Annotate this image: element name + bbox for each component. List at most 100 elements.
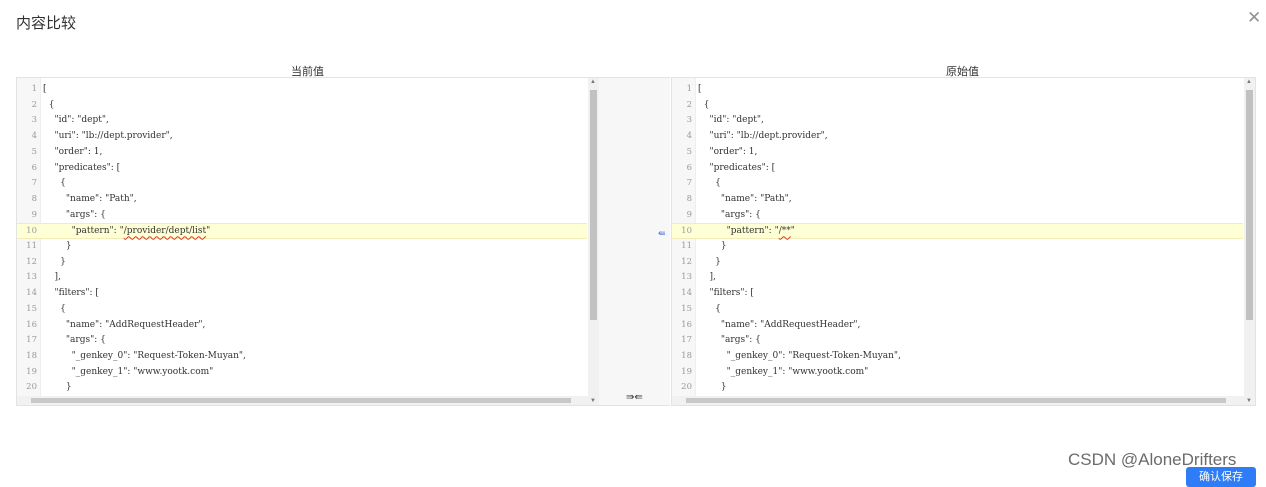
code-line: 15 { (17, 302, 587, 318)
confirm-save-button[interactable]: 确认保存 (1186, 467, 1256, 487)
code-line: 4 "uri": "lb://dept.provider", (672, 129, 1243, 145)
line-number: 5 (31, 146, 37, 157)
code-line: 9 "args": { (672, 208, 1243, 224)
line-number: 19 (681, 366, 692, 377)
code-text: "filters": [ (43, 288, 99, 299)
scrollbar-thumb[interactable] (686, 398, 1226, 403)
line-number: 20 (681, 382, 692, 393)
code-line: 17 "args": { (17, 333, 587, 349)
code-line: 20 } (672, 380, 1243, 396)
line-number: 13 (681, 272, 692, 283)
line-number: 1 (31, 84, 37, 94)
code-text: { (698, 99, 710, 110)
line-number: 16 (26, 319, 37, 330)
code-text: "name": "AddRequestHeader", (43, 319, 206, 330)
left-editor[interactable]: 1[2 {3 "id": "dept", 4 "uri": "lb://dept.… (16, 77, 600, 406)
code-line: 20 } (17, 380, 587, 396)
line-number: 9 (31, 209, 37, 220)
scrollbar-thumb[interactable] (31, 398, 571, 403)
scroll-down-icon[interactable]: ▼ (1246, 398, 1252, 404)
scrollbar-thumb[interactable] (1246, 90, 1253, 320)
code-line: 18 "_genkey_0": "Request-Token-Muyan", (17, 349, 587, 365)
code-line: 12 } (672, 255, 1243, 271)
code-text: "name": "Path", (698, 193, 792, 204)
scrollbar-thumb[interactable] (590, 90, 597, 320)
code-line: 13 ], (17, 270, 587, 286)
line-number: 12 (681, 256, 692, 267)
horizontal-scrollbar[interactable] (672, 396, 1244, 405)
merge-arrow-icon[interactable]: ⇚ (658, 228, 666, 239)
line-number: 20 (26, 382, 37, 393)
code-text: "args": { (698, 335, 761, 346)
line-number: 14 (26, 288, 37, 299)
line-number: 13 (26, 272, 37, 283)
scroll-up-icon[interactable]: ▲ (590, 79, 596, 85)
code-text: } (698, 382, 727, 393)
code-line: 7 { (672, 176, 1243, 192)
line-number: 9 (686, 209, 692, 220)
code-text: "name": "Path", (43, 193, 137, 204)
line-number: 2 (31, 99, 37, 110)
merge-gutter: ⇚ ⇛⇚ (599, 77, 670, 406)
code-text: "_genkey_1": "www.yootk.com" (43, 366, 214, 377)
code-text: "_genkey_0": "Request-Token-Muyan", (698, 350, 901, 361)
code-text: ], (698, 272, 716, 283)
code-line: 14 "filters": [ (672, 286, 1243, 302)
code-text: [ (43, 84, 47, 94)
code-text: ], (43, 272, 61, 283)
code-text: { (43, 99, 55, 110)
code-line: 3 "id": "dept", (17, 113, 587, 129)
code-line: 7 { (17, 176, 587, 192)
code-text: "pattern": "/**" (698, 226, 795, 237)
close-icon[interactable]: ✕ (1247, 9, 1261, 26)
code-line: 5 "order": 1, (17, 145, 587, 161)
line-number: 17 (681, 335, 692, 346)
code-text: "_genkey_1": "www.yootk.com" (698, 366, 869, 377)
code-line: 2 { (672, 98, 1243, 114)
vertical-scrollbar[interactable]: ▲ ▼ (1244, 78, 1255, 405)
code-line: 18 "_genkey_0": "Request-Token-Muyan", (672, 349, 1243, 365)
line-number: 7 (31, 178, 37, 189)
line-number: 1 (686, 84, 692, 94)
code-text: "args": { (698, 209, 761, 220)
code-line: 1[ (17, 82, 587, 98)
line-number: 8 (31, 193, 37, 204)
code-text: { (43, 303, 66, 314)
code-text: } (43, 256, 66, 267)
right-editor[interactable]: 1[2 {3 "id": "dept", 4 "uri": "lb://dept.… (671, 77, 1256, 406)
code-line: 5 "order": 1, (672, 145, 1243, 161)
code-line: 13 ], (672, 270, 1243, 286)
code-line: 12 } (17, 255, 587, 271)
code-text: "predicates": [ (698, 162, 776, 173)
code-line: 8 "name": "Path", (17, 192, 587, 208)
code-line: 8 "name": "Path", (672, 192, 1243, 208)
code-text: "uri": "lb://dept.provider", (698, 131, 828, 142)
line-number: 19 (26, 366, 37, 377)
code-text: "id": "dept", (698, 115, 764, 126)
line-number: 18 (26, 350, 37, 361)
changed-code-line: 10 "pattern": "/provider/dept/list" (17, 223, 587, 239)
merge-all-icon[interactable]: ⇛⇚ (626, 392, 643, 403)
code-text: [ (698, 84, 702, 94)
line-number: 11 (26, 241, 37, 251)
code-text: "args": { (43, 335, 106, 346)
code-text: } (698, 256, 721, 267)
code-line: 19 "_genkey_1": "www.yootk.com" (17, 365, 587, 381)
code-line: 11 } (17, 239, 587, 255)
code-text: { (698, 178, 721, 189)
code-text: } (698, 241, 727, 251)
line-number: 10 (681, 226, 692, 237)
line-number: 16 (681, 319, 692, 330)
line-number: 18 (681, 350, 692, 361)
code-line: 6 "predicates": [ (672, 161, 1243, 177)
line-number: 7 (686, 178, 692, 189)
code-line: 6 "predicates": [ (17, 161, 587, 177)
line-number: 5 (686, 146, 692, 157)
scroll-up-icon[interactable]: ▲ (1246, 79, 1252, 85)
scroll-down-icon[interactable]: ▼ (590, 398, 596, 404)
vertical-scrollbar[interactable]: ▲ ▼ (588, 78, 599, 405)
code-text: "order": 1, (698, 146, 758, 157)
horizontal-scrollbar[interactable] (17, 396, 588, 405)
line-number: 8 (686, 193, 692, 204)
line-number: 2 (686, 99, 692, 110)
